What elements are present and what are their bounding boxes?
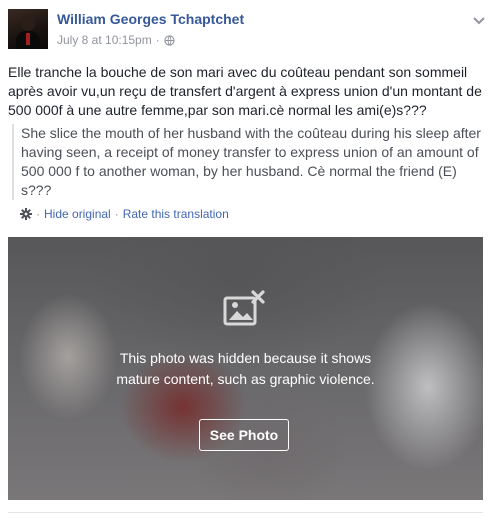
rate-translation-link[interactable]: Rate this translation xyxy=(123,207,229,221)
author-name[interactable]: William Georges Tchaptchet xyxy=(57,11,244,27)
links-separator: · xyxy=(114,207,119,221)
hidden-photo[interactable]: This photo was hidden because it shows m… xyxy=(8,237,483,500)
post-meta: July 8 at 10:15pm · xyxy=(57,33,175,47)
avatar[interactable] xyxy=(8,9,48,49)
divider xyxy=(8,512,483,513)
post-timestamp[interactable]: July 8 at 10:15pm xyxy=(57,33,152,47)
hidden-photo-icon xyxy=(223,290,267,328)
post-text: Elle tranche la bouche de son mari avec … xyxy=(8,64,482,118)
see-photo-button[interactable]: See Photo xyxy=(199,419,289,451)
hide-original-link[interactable]: Hide original xyxy=(44,207,111,221)
translation-links: · Hide original · Rate this translation xyxy=(20,207,229,221)
post-header: William Georges Tchaptchet July 8 at 10:… xyxy=(8,9,486,51)
hidden-photo-message: This photo was hidden because it shows m… xyxy=(116,350,375,387)
translated-text: She slice the mouth of her husband with … xyxy=(12,124,491,200)
gear-icon[interactable] xyxy=(20,208,32,220)
meta-separator: · xyxy=(155,33,160,47)
chevron-down-icon[interactable] xyxy=(472,13,486,25)
globe-icon[interactable] xyxy=(164,34,175,46)
links-separator: · xyxy=(36,207,40,221)
